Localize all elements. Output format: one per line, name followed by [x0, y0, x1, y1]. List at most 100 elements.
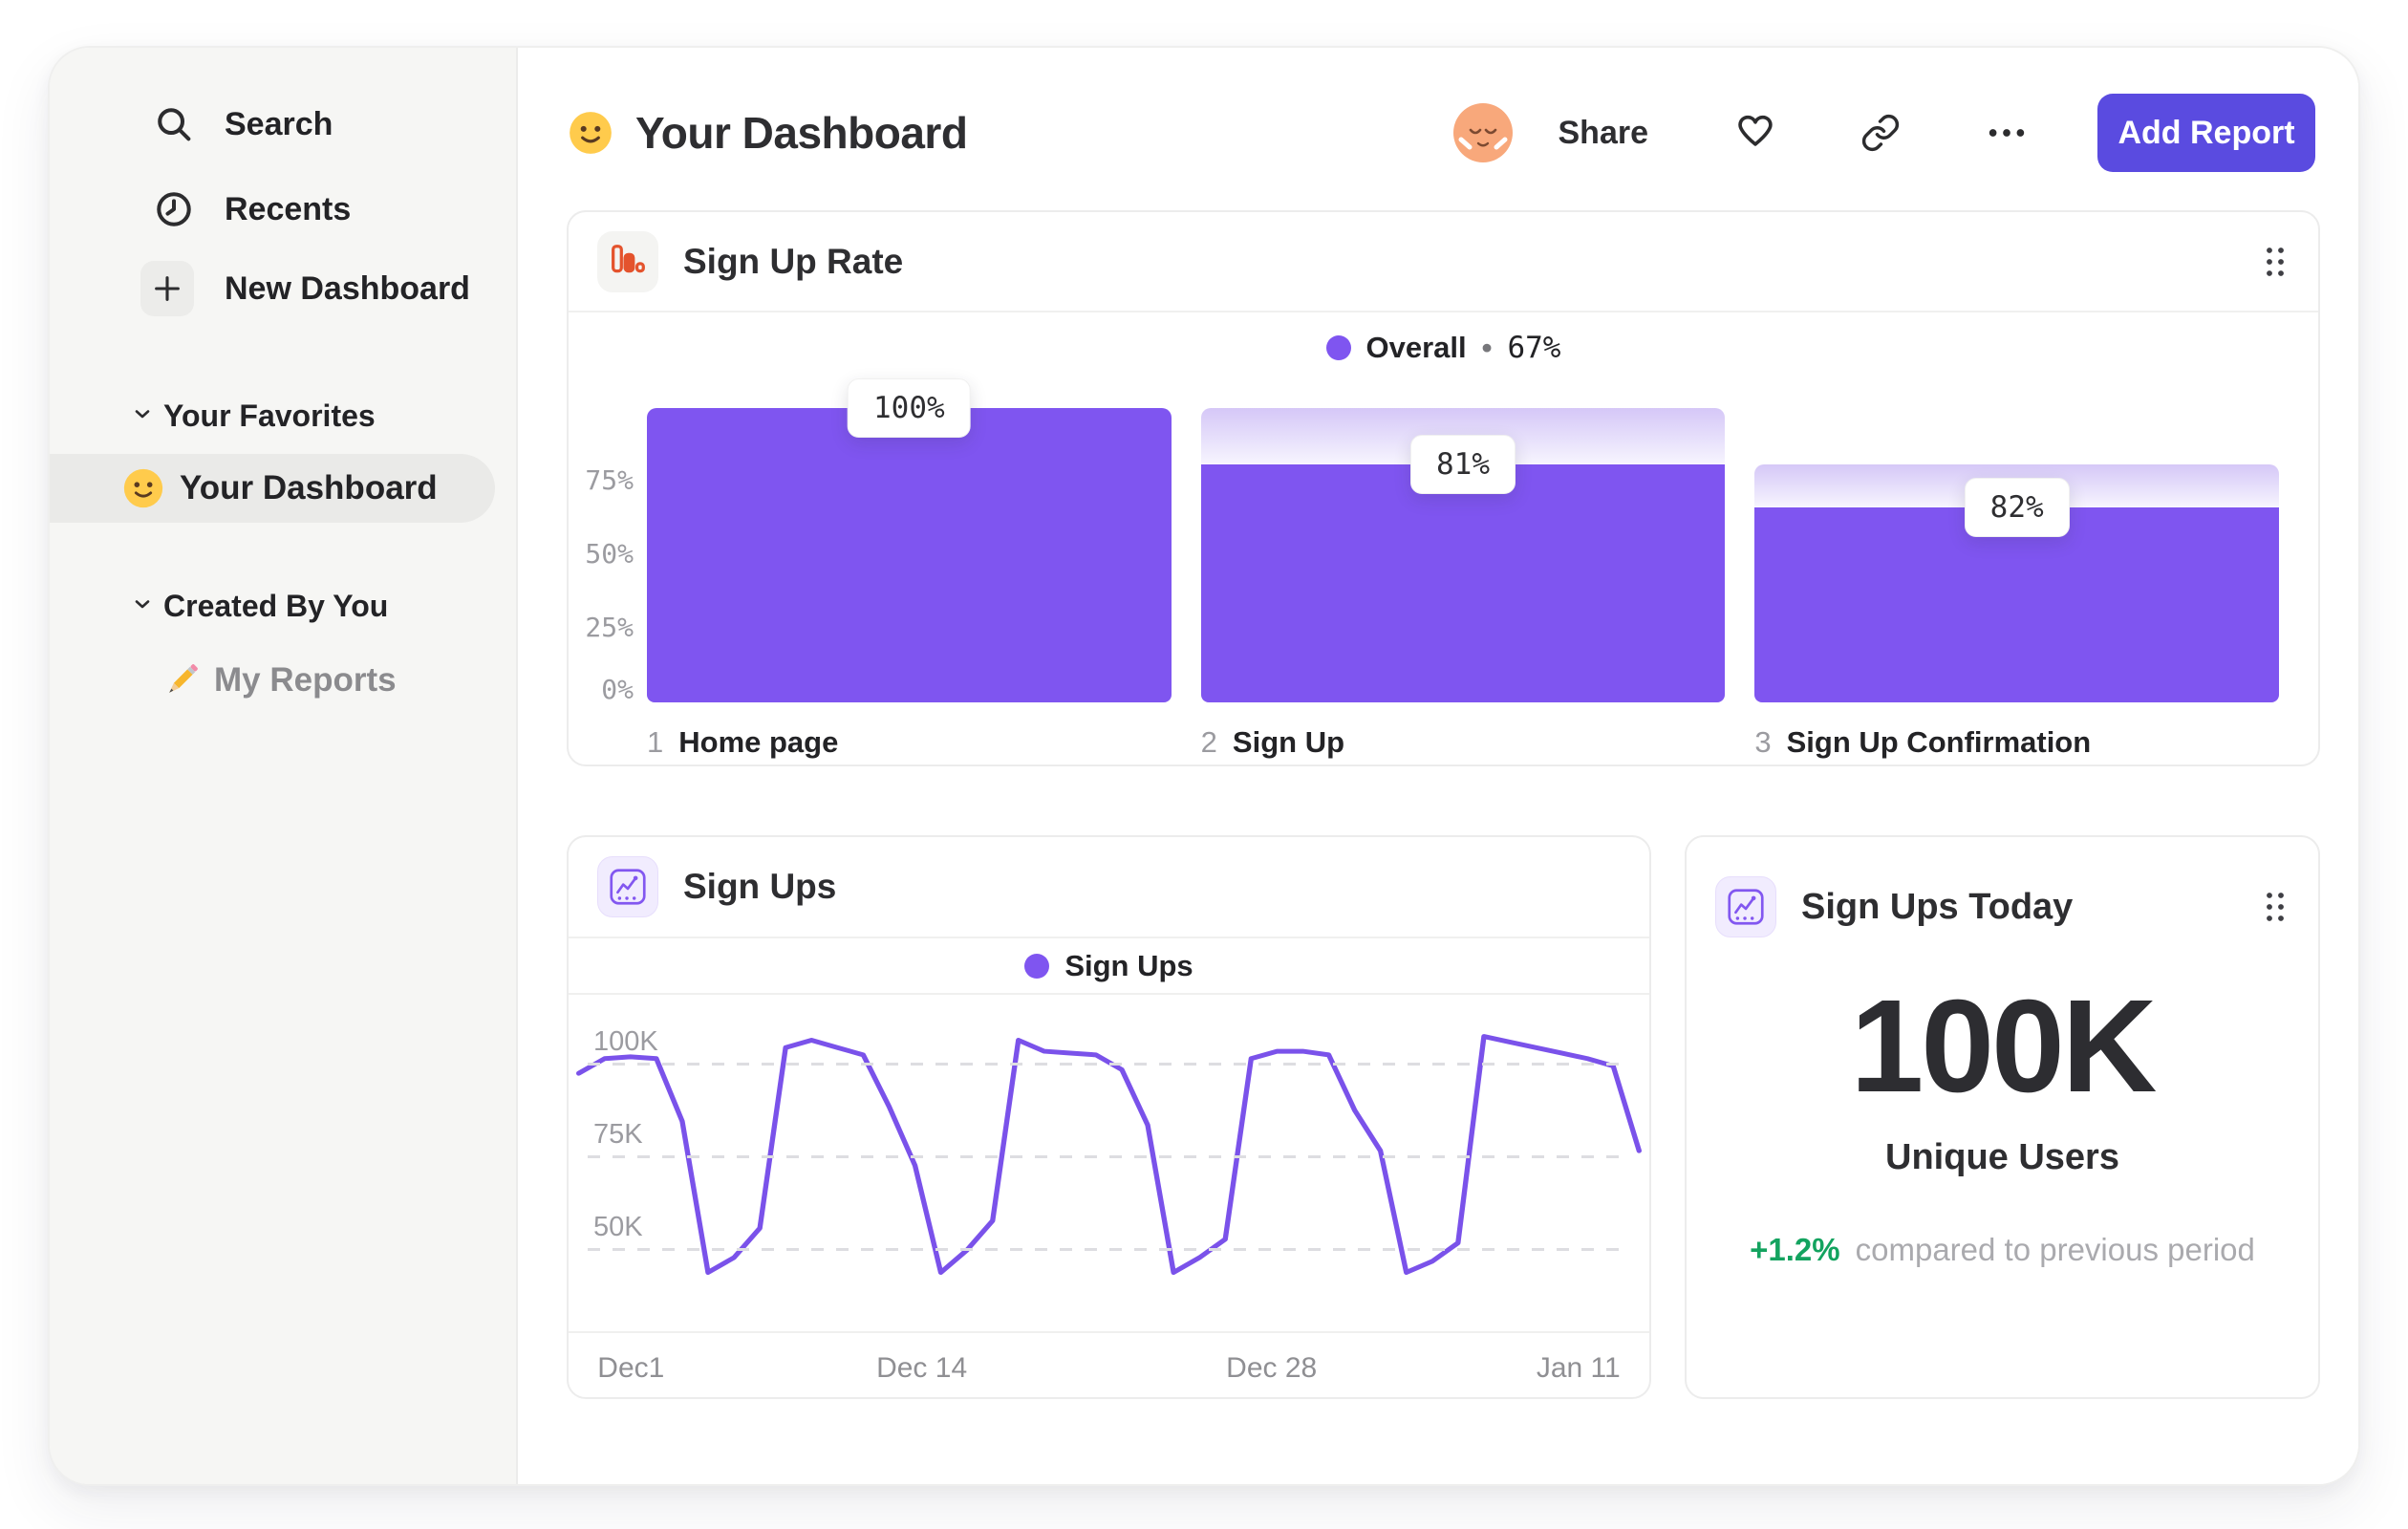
funnel-legend: Overall • 67%: [569, 312, 2318, 383]
legend-label: Overall: [1365, 331, 1467, 364]
stat-caption: Unique Users: [1885, 1137, 2119, 1177]
line-x-tick: Dec1: [597, 1352, 665, 1384]
stat-delta: +1.2%: [1750, 1232, 1840, 1267]
line-series: [576, 1034, 1642, 1276]
add-report-button[interactable]: Add Report: [2097, 94, 2315, 172]
stat-value: 100K: [1850, 973, 2158, 1120]
legend-value: 67%: [1507, 331, 1561, 365]
gridline: [588, 1155, 1630, 1158]
app-window: Search Recents New Dashboard Your Favori…: [48, 46, 2360, 1486]
funnel-step-label: 1 Home page: [647, 725, 1172, 760]
section-title: Your Favorites: [163, 398, 376, 433]
page: Search Recents New Dashboard Your Favori…: [0, 0, 2408, 1529]
card-title: Sign Ups: [683, 867, 837, 906]
funnel-bar[interactable]: 81%: [1200, 408, 1726, 702]
page-title: Your Dashboard: [635, 108, 968, 158]
line-y-tick: 100K: [593, 1026, 658, 1057]
funnel-step-label: 3 Sign Up Confirmation: [1754, 725, 2279, 760]
line-y-tick: 75K: [593, 1119, 643, 1150]
step-number: 3: [1754, 725, 1772, 759]
chevron-down-icon: [131, 402, 154, 430]
stat-body: 100K Unique Users +1.2% compared to prev…: [1687, 980, 2318, 1268]
stat-delta-row: +1.2% compared to previous period: [1750, 1232, 2255, 1268]
section-title: Created By You: [163, 588, 389, 623]
step-name: Sign Up Confirmation: [1786, 725, 2092, 759]
favorite-heart-icon[interactable]: [1732, 111, 1776, 155]
card-header: Sign Ups: [569, 837, 1649, 938]
card-title: Sign Ups Today: [1801, 886, 2074, 927]
drag-handle-icon[interactable]: [2265, 891, 2286, 923]
sidebar: Search Recents New Dashboard Your Favori…: [50, 48, 518, 1484]
sidebar-item-label: Your Dashboard: [180, 469, 438, 506]
funnel-y-tick: 50%: [585, 538, 634, 570]
funnel-bars: 100% 81% 82%: [647, 378, 2280, 702]
sidebar-item-my-reports[interactable]: My Reports: [50, 649, 516, 712]
funnel-value-tooltip: 100%: [848, 378, 971, 438]
stat-delta-caption: compared to previous period: [1855, 1232, 2255, 1267]
bar-chart-icon: [597, 230, 658, 292]
step-name: Sign Up: [1232, 725, 1345, 759]
avatar[interactable]: [1452, 103, 1513, 162]
share-button[interactable]: Share: [1559, 115, 1649, 152]
drag-handle-icon[interactable]: [2265, 246, 2286, 278]
funnel-value-tooltip: 82%: [1964, 477, 2070, 537]
gridline: [588, 1063, 1630, 1066]
step-name: Home page: [678, 725, 839, 759]
line-x-axis: Dec1 Dec 14 Dec 28 Jan 11: [588, 1333, 1630, 1401]
step-number: 1: [647, 725, 664, 759]
funnel-y-tick: 0%: [601, 674, 634, 705]
legend-dot: [1024, 953, 1050, 979]
funnel-chart[interactable]: 0% 25% 50% 75% 100% 81% 82%: [569, 378, 2318, 705]
sidebar-item-search[interactable]: Search: [50, 93, 516, 156]
clock-icon: [147, 183, 201, 236]
legend-label: Sign Ups: [1064, 948, 1193, 982]
page-title-wrap: Your Dashboard: [567, 90, 968, 176]
card-title: Sign Up Rate: [683, 241, 904, 281]
line-x-tick: Dec 28: [1226, 1352, 1318, 1384]
line-x-tick: Jan 11: [1536, 1352, 1621, 1384]
line-chart-icon: [597, 856, 658, 917]
gridline: [588, 1248, 1630, 1251]
line-y-tick: 50K: [593, 1212, 643, 1242]
sidebar-item-label: Search: [225, 105, 333, 142]
card-header: Sign Up Rate: [569, 212, 2318, 312]
main-content: Your Dashboard Share Add Report Sign Up …: [520, 48, 2358, 1484]
more-options-icon[interactable]: [1985, 111, 2029, 155]
line-chart-icon: [1715, 876, 1776, 937]
funnel-step-labels: 1 Home page 2 Sign Up 3 Sign Up Confirmation: [647, 725, 2279, 760]
line-legend: Sign Ups: [569, 938, 1649, 995]
card-header: Sign Ups Today: [1687, 837, 2318, 959]
search-icon: [147, 97, 201, 151]
smiley-emoji-icon: [567, 109, 614, 157]
funnel-bar-fill: [647, 408, 1172, 702]
funnel-bar-fill: [1200, 463, 1726, 702]
pencil-emoji-icon: [160, 658, 204, 702]
funnel-y-tick: 75%: [585, 464, 634, 496]
funnel-y-tick: 25%: [585, 612, 634, 643]
sign-ups-today-card: Sign Ups Today 100K Unique Users +1.2% c…: [1685, 835, 2320, 1399]
sidebar-item-recents[interactable]: Recents: [50, 178, 516, 241]
sign-ups-line-chart[interactable]: 100K 75K 50K: [569, 999, 1649, 1333]
sidebar-section-created-by-you[interactable]: Created By You: [50, 584, 516, 628]
sign-up-rate-card: Sign Up Rate Overall • 67% 0% 25% 50% 75…: [567, 210, 2320, 766]
sidebar-item-your-dashboard[interactable]: Your Dashboard: [50, 454, 495, 523]
funnel-bar[interactable]: 82%: [1754, 408, 2280, 702]
copy-link-icon[interactable]: [1860, 113, 1901, 153]
sidebar-item-label: My Reports: [214, 661, 397, 699]
sign-ups-card: Sign Ups Sign Ups 100K 75K 50K Dec1 Dec 14 D…: [567, 835, 1651, 1399]
funnel-y-axis: 0% 25% 50% 75%: [574, 408, 634, 705]
plus-icon: [140, 261, 194, 316]
line-x-tick: Dec 14: [876, 1352, 968, 1384]
funnel-bar[interactable]: 100%: [647, 378, 1172, 702]
sidebar-item-new-dashboard[interactable]: New Dashboard: [50, 257, 516, 320]
header-actions: Share Add Report: [1452, 90, 2315, 176]
sidebar-item-label: New Dashboard: [225, 269, 470, 307]
dashboard-header: Your Dashboard Share Add Report: [567, 90, 2315, 176]
chevron-down-icon: [131, 592, 154, 620]
step-number: 2: [1200, 725, 1217, 759]
legend-dot: [1325, 335, 1351, 360]
sidebar-section-your-favorites[interactable]: Your Favorites: [50, 394, 516, 438]
funnel-step-label: 2 Sign Up: [1201, 725, 1726, 760]
smiley-emoji-icon: [121, 466, 165, 510]
funnel-value-tooltip: 81%: [1410, 434, 1516, 494]
